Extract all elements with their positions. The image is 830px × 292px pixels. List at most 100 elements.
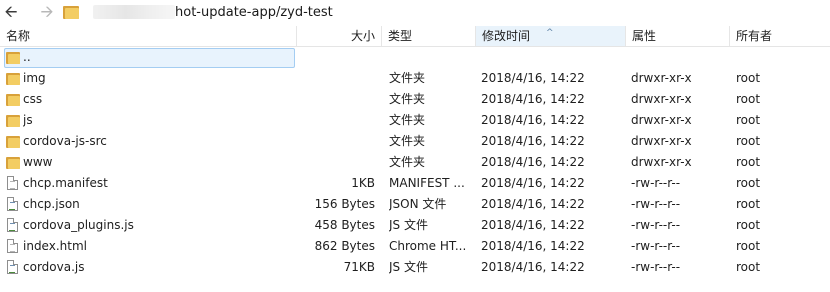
file-modified <box>481 47 621 68</box>
file-row[interactable]: css 文件夹 2018/4/16, 14:22 drwxr-xr-x root <box>0 89 830 110</box>
file-type: 文件夹 <box>389 92 426 106</box>
file-size <box>300 152 375 173</box>
file-name: css <box>23 92 43 106</box>
file-type: JS 文件 <box>389 260 428 274</box>
file-size <box>300 110 375 131</box>
address-bar[interactable]: hot-update-app/zyd-test <box>59 1 830 23</box>
file-attributes: drwxr-xr-x <box>631 71 692 85</box>
arrow-right-icon: 🡪 <box>40 2 54 21</box>
file-attributes: -rw-r--r-- <box>631 176 681 190</box>
file-attributes: drwxr-xr-x <box>631 92 692 106</box>
file-name: chcp.json <box>23 197 80 211</box>
column-header-bar: 名称 大小 类型 修改时间 ^ 属性 所有者 <box>0 26 830 47</box>
folder-icon <box>6 71 20 86</box>
file-name: cordova_plugins.js <box>23 218 134 232</box>
file-type: 文件夹 <box>389 113 426 127</box>
file-name: chcp.manifest <box>23 176 108 190</box>
file-icon <box>6 239 20 254</box>
file-owner: root <box>736 260 761 274</box>
file-owner: root <box>736 134 761 148</box>
file-modified: 2018/4/16, 14:22 <box>481 218 585 232</box>
file-owner: root <box>736 218 761 232</box>
column-header-modified[interactable]: 修改时间 ^ <box>476 26 626 46</box>
file-owner: root <box>736 113 761 127</box>
forward-button[interactable]: 🡪 <box>37 3 57 21</box>
file-size <box>300 47 375 68</box>
file-name: cordova-js-src <box>23 134 107 148</box>
file-owner: root <box>736 197 761 211</box>
script-file-icon <box>6 197 20 212</box>
folder-icon <box>6 50 20 65</box>
file-owner: root <box>736 155 761 169</box>
file-name: img <box>23 71 46 85</box>
file-attributes: -rw-r--r-- <box>631 197 681 211</box>
file-modified: 2018/4/16, 14:22 <box>481 197 585 211</box>
file-attributes: drwxr-xr-x <box>631 113 692 127</box>
file-attributes <box>631 47 729 68</box>
column-header-name[interactable]: 名称 <box>0 26 297 46</box>
file-row[interactable]: cordova-js-src 文件夹 2018/4/16, 14:22 drwxr-x… <box>0 131 830 152</box>
file-name: js <box>23 113 33 127</box>
file-size <box>300 89 375 110</box>
column-header-type[interactable]: 类型 <box>382 26 476 46</box>
file-row[interactable]: www 文件夹 2018/4/16, 14:22 drwxr-xr-x root <box>0 152 830 173</box>
file-modified: 2018/4/16, 14:22 <box>481 176 585 190</box>
file-modified: 2018/4/16, 14:22 <box>481 71 585 85</box>
file-size <box>300 68 375 89</box>
path-text: hot-update-app/zyd-test <box>175 4 333 20</box>
column-header-modified-label: 修改时间 <box>482 29 531 43</box>
file-row[interactable]: cordova_plugins.js 458 Bytes JS 文件 2018/4/1… <box>0 215 830 236</box>
file-owner <box>736 47 826 68</box>
file-row[interactable]: index.html 862 Bytes Chrome HT... 2018/4/16… <box>0 236 830 257</box>
file-type: JS 文件 <box>389 218 428 232</box>
sort-ascending-icon: ^ <box>546 28 554 38</box>
column-header-owner[interactable]: 所有者 <box>730 26 830 46</box>
arrow-left-icon: 🡨 <box>4 2 18 21</box>
file-row[interactable]: .. <box>0 47 830 68</box>
file-attributes: drwxr-xr-x <box>631 155 692 169</box>
file-type <box>389 47 469 68</box>
redacted-path-segment <box>93 5 175 19</box>
file-type: 文件夹 <box>389 71 426 85</box>
toolbar: 🡨 🡪 hot-update-app/zyd-test <box>0 0 830 26</box>
folder-icon <box>6 155 20 170</box>
file-modified: 2018/4/16, 14:22 <box>481 113 585 127</box>
file-row[interactable]: chcp.manifest 1KB MANIFEST ... 2018/4/16, 1… <box>0 173 830 194</box>
file-size <box>300 131 375 152</box>
file-icon <box>6 176 20 191</box>
file-type: 文件夹 <box>389 155 426 169</box>
file-type: JSON 文件 <box>389 197 447 211</box>
file-row[interactable]: cordova.js 71KB JS 文件 2018/4/16, 14:22 -rw-r… <box>0 257 830 278</box>
script-file-icon <box>6 260 20 275</box>
file-type: Chrome HT... <box>389 239 467 253</box>
file-type: 文件夹 <box>389 134 426 148</box>
folder-icon <box>63 5 79 19</box>
file-row[interactable]: img 文件夹 2018/4/16, 14:22 drwxr-xr-x root <box>0 68 830 89</box>
file-modified: 2018/4/16, 14:22 <box>481 134 585 148</box>
file-owner: root <box>736 176 761 190</box>
folder-icon <box>6 134 20 149</box>
file-modified: 2018/4/16, 14:22 <box>481 155 585 169</box>
file-size: 862 Bytes <box>314 239 375 253</box>
file-name: cordova.js <box>23 260 85 274</box>
column-header-attributes[interactable]: 属性 <box>626 26 730 46</box>
file-size: 1KB <box>351 176 375 190</box>
column-header-size[interactable]: 大小 <box>297 26 382 46</box>
file-owner: root <box>736 71 761 85</box>
file-owner: root <box>736 239 761 253</box>
back-button[interactable]: 🡨 <box>1 3 21 21</box>
file-modified: 2018/4/16, 14:22 <box>481 239 585 253</box>
file-name: www <box>23 155 53 169</box>
file-type: MANIFEST ... <box>389 176 465 190</box>
file-attributes: drwxr-xr-x <box>631 134 692 148</box>
file-modified: 2018/4/16, 14:22 <box>481 92 585 106</box>
file-owner: root <box>736 92 761 106</box>
file-row[interactable]: chcp.json 156 Bytes JSON 文件 2018/4/16, 14:2… <box>0 194 830 215</box>
file-list: .. img 文件夹 2018/4/16, 14:22 drwxr-xr-x root cs… <box>0 47 830 278</box>
folder-icon <box>6 113 20 128</box>
script-file-icon <box>6 218 20 233</box>
file-row[interactable]: js 文件夹 2018/4/16, 14:22 drwxr-xr-x root <box>0 110 830 131</box>
file-name: index.html <box>23 239 87 253</box>
file-modified: 2018/4/16, 14:22 <box>481 260 585 274</box>
file-attributes: -rw-r--r-- <box>631 218 681 232</box>
